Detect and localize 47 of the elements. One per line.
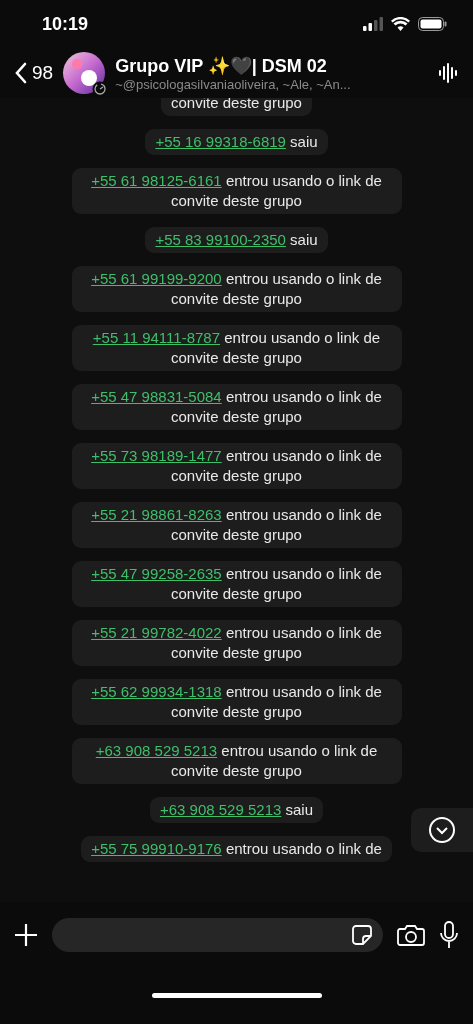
system-message: +55 47 99258-2635 entrou usando o link de convite deste grupo [71, 561, 402, 607]
wifi-icon [391, 17, 410, 31]
scroll-down-button[interactable] [411, 808, 473, 852]
back-chevron-icon [14, 62, 28, 84]
battery-icon [418, 17, 447, 31]
system-message: +55 16 99318-6819 saiu [145, 129, 328, 155]
phone-link[interactable]: +55 47 98831-5084 [91, 388, 222, 405]
add-button[interactable] [14, 922, 38, 947]
system-message: +55 61 99199-9200 entrou usando o link de convite deste grupo [71, 266, 402, 312]
microphone-button[interactable] [439, 920, 459, 949]
system-message: +55 62 99934-1318 entrou usando o link de convite deste grupo [71, 679, 402, 725]
phone-link[interactable]: +55 21 99782-4022 [91, 624, 222, 641]
system-message: +63 908 529 5213 entrou usando o link de convite deste grupo [71, 738, 402, 784]
system-message: +55 21 99782-4022 entrou usando o link de convite deste grupo [71, 620, 402, 666]
system-message: +63 908 529 5213 saiu [149, 797, 324, 823]
phone-link[interactable]: +55 61 99199-9200 [91, 270, 222, 287]
system-message: +55 11 94111-8787 entrou usando o link de convite deste grupo [71, 325, 402, 371]
system-message: +55 75 99910-9176 entrou usando o link de [81, 836, 392, 862]
signal-icon [363, 17, 383, 31]
members-list: ~@psicologasilvaniaoliveira, ~Ale, ~An... [115, 76, 427, 92]
phone-link[interactable]: +55 75 99910-9176 [91, 840, 222, 857]
phone-link[interactable]: +55 73 98189-1477 [91, 447, 222, 464]
system-message: +55 73 98189-1477 entrou usando o link de convite deste grupo [71, 443, 402, 489]
chevron-down-icon [428, 816, 456, 844]
phone-link[interactable]: +55 47 99258-2635 [91, 565, 222, 582]
phone-link[interactable]: +55 21 98861-8263 [91, 506, 222, 523]
message-input[interactable] [52, 917, 383, 952]
system-message: +55 47 98831-5084 entrou usando o link de convite deste grupo [71, 384, 402, 430]
sticker-icon[interactable] [351, 923, 373, 946]
phone-link[interactable]: +55 83 99100-2350 [155, 231, 286, 248]
phone-link[interactable]: +55 61 98125-6161 [91, 172, 222, 189]
system-message: +55 83 99100-2350 saiu [145, 227, 328, 253]
phone-link[interactable]: +55 62 99934-1318 [91, 683, 222, 700]
back-button[interactable]: 98 [14, 62, 54, 84]
phone-link[interactable]: +63 908 529 5213 [95, 742, 218, 759]
camera-button[interactable] [397, 922, 425, 947]
clock: 10:19 [42, 13, 89, 35]
waveform-icon[interactable] [437, 62, 459, 84]
phone-link[interactable]: +55 11 94111-8787 [92, 329, 221, 346]
phone-link[interactable]: +63 908 529 5213 [159, 801, 282, 818]
system-message: convite deste grupo [161, 98, 312, 116]
system-message: +55 61 98125-6161 entrou usando o link de convite deste grupo [71, 168, 402, 214]
system-message: +55 21 98861-8263 entrou usando o link de convite deste grupo [71, 502, 402, 548]
phone-link[interactable]: +55 16 99318-6819 [155, 133, 286, 150]
timer-icon [92, 81, 109, 97]
group-avatar[interactable] [63, 52, 106, 94]
group-title: Grupo VIP ✨🖤| DSM 02 [115, 54, 328, 77]
